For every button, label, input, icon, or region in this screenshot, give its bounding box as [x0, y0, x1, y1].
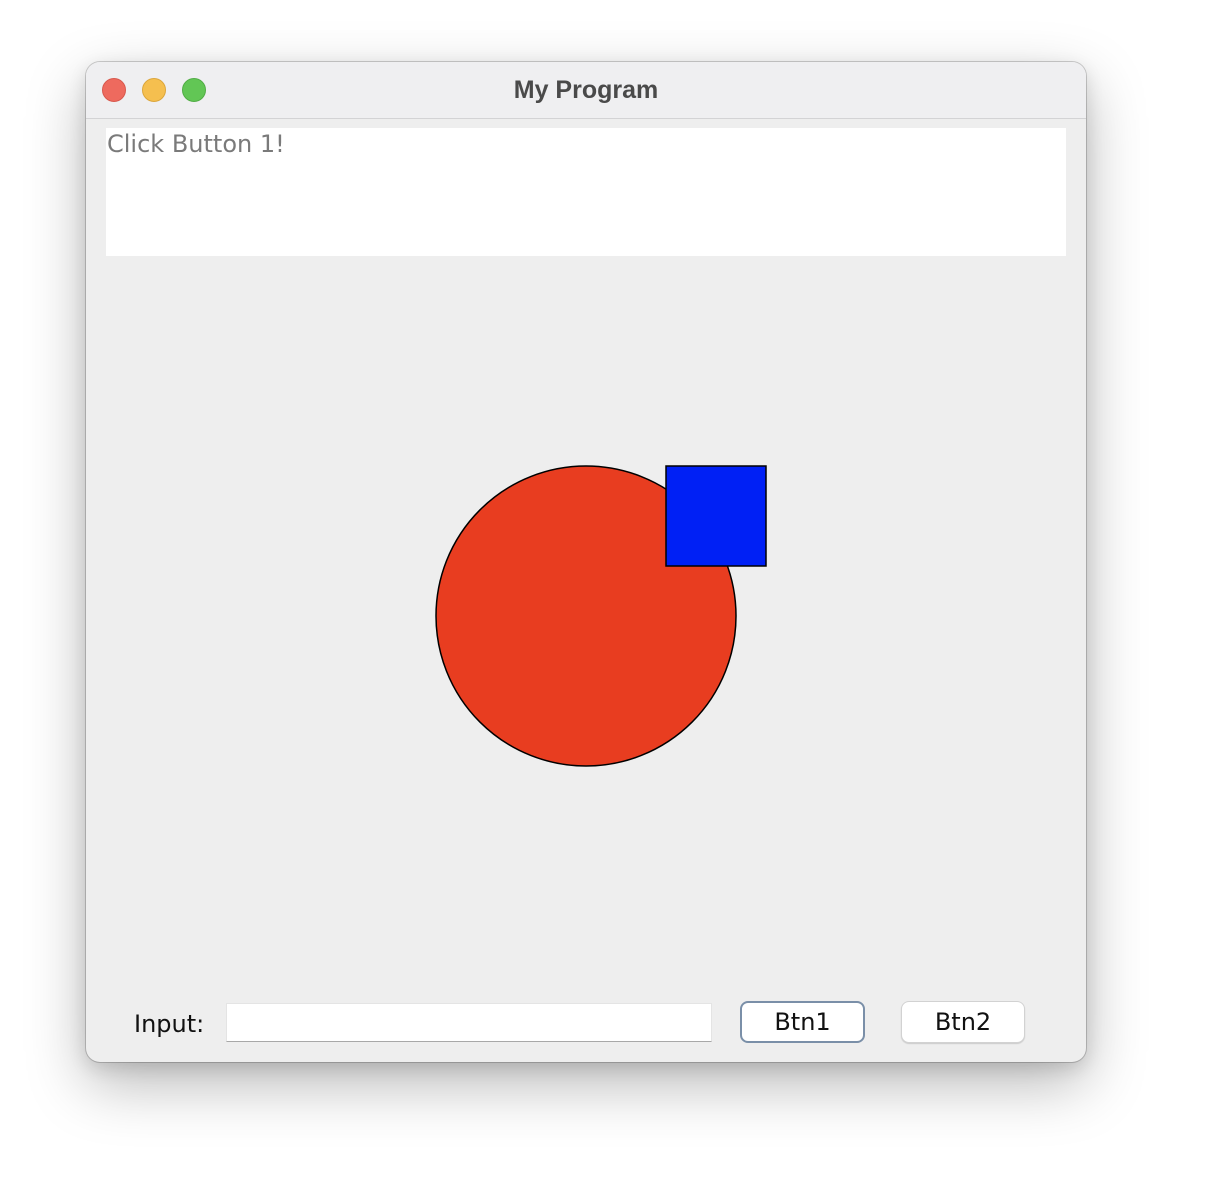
drawing-canvas [435, 465, 767, 767]
input-label: Input: [134, 1010, 205, 1038]
input-field[interactable] [226, 1003, 712, 1042]
btn1-button[interactable]: Btn1 [740, 1001, 865, 1043]
blue-square [665, 465, 767, 567]
output-text-area[interactable]: Click Button 1! [106, 128, 1066, 256]
title-bar[interactable]: My Program [86, 62, 1086, 119]
window-title: My Program [513, 76, 659, 104]
btn2-button[interactable]: Btn2 [901, 1001, 1025, 1043]
app-window: My Program Click Button 1! Input: Btn1 B… [86, 62, 1086, 1062]
